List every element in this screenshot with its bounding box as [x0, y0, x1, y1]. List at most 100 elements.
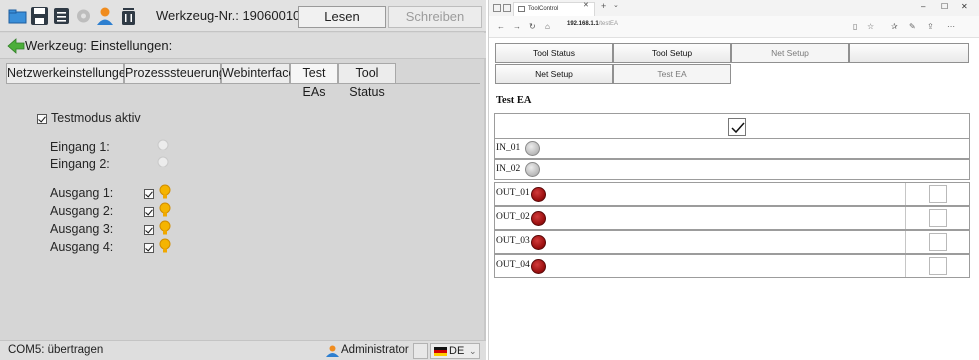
test-mode-checkbox[interactable] [37, 113, 47, 124]
tab-list-chevron-icon[interactable]: ⌄ [613, 1, 619, 9]
input-1-web-label: IN_01 [496, 143, 521, 153]
open-folder-icon[interactable] [8, 6, 27, 26]
tool-setup-button[interactable]: Tool Setup [613, 43, 731, 63]
output-1-web-checkbox[interactable] [929, 185, 947, 203]
browser-nav-bar: ← → ↻ ⌂ 192.168.1.1/testEA ▯ ☆ ✰ ✎ ⇪ ⋯ [489, 16, 979, 38]
test-mode-row: Testmodus aktiv [37, 111, 141, 125]
input-2-web-label: IN_02 [496, 164, 521, 174]
language-value: DE [449, 345, 465, 357]
output-4-checkbox[interactable] [144, 243, 154, 253]
favorites-icon[interactable]: ✰ [891, 22, 898, 31]
status-bar: COM5: übertragen Administrator DE ⌄ [0, 340, 486, 360]
output-3-cell [905, 231, 906, 253]
language-select[interactable]: DE ⌄ [430, 343, 480, 359]
output-1-led-icon [531, 187, 546, 202]
output-4-web-label: OUT_04 [496, 260, 530, 270]
pen-icon[interactable]: ✎ [909, 22, 916, 31]
connection-status: COM5: übertragen [8, 344, 104, 356]
section-title: Test EA [496, 95, 532, 106]
output-4-bulb-icon [159, 238, 171, 253]
trash-icon[interactable] [119, 6, 138, 26]
tab-web-interface[interactable]: Webinterface [221, 63, 295, 84]
more-menu-icon[interactable]: ⋯ [947, 22, 955, 31]
output-2-bulb-icon [159, 202, 171, 217]
output-2-web-checkbox[interactable] [929, 209, 947, 227]
browser-tab-bar: ToolControl ✕ + ⌄ – ☐ ✕ [489, 0, 979, 16]
back-arrow-icon[interactable] [7, 38, 25, 54]
output-2-led-icon [531, 211, 546, 226]
net-setup-button-disabled[interactable]: Net Setup [731, 43, 849, 63]
output-3-checkbox[interactable] [144, 225, 154, 235]
output-2-web-label: OUT_02 [496, 212, 530, 222]
input-1-led-icon [525, 141, 540, 156]
tool-config-app: Werkzeug-Nr.: 19060010 Lesen Schreiben W… [0, 0, 486, 360]
refresh-icon[interactable]: ↻ [529, 22, 536, 31]
tab-sets-icon[interactable] [503, 4, 511, 12]
test-mode-label: Testmodus aktiv [51, 111, 141, 125]
output-1-cell [905, 183, 906, 205]
output-2-cell [905, 207, 906, 229]
minimize-icon[interactable]: – [921, 2, 925, 11]
tool-status-button[interactable]: Tool Status [495, 43, 613, 63]
input-1-label: Eingang 1: [50, 140, 110, 154]
browser-window: ToolControl ✕ + ⌄ – ☐ ✕ ← → ↻ ⌂ 192.168.… [488, 0, 979, 360]
output-1-web-label: OUT_01 [496, 188, 530, 198]
share-icon[interactable]: ⇪ [927, 22, 934, 31]
maximize-icon[interactable]: ☐ [941, 2, 948, 11]
page-title: Werkzeug: Einstellungen: [25, 38, 173, 53]
tab-tool-status[interactable]: Tool Status [338, 63, 396, 99]
write-button[interactable]: Schreiben [388, 6, 482, 28]
output-4-label: Ausgang 4: [50, 240, 114, 254]
output-3-led-icon [531, 235, 546, 250]
home-icon[interactable]: ⌂ [545, 22, 550, 31]
url-path: /testEA [598, 21, 619, 27]
gear-icon[interactable] [74, 6, 93, 26]
forward-icon[interactable]: → [513, 22, 521, 31]
input-2-bulb-icon [157, 156, 169, 171]
log-icon[interactable] [413, 343, 428, 359]
output-row-2: OUT_02 [494, 206, 970, 230]
tab-network-settings[interactable]: Netzwerkeinstellungen [6, 63, 133, 84]
favorite-star-icon[interactable]: ☆ [867, 22, 874, 31]
output-2-checkbox[interactable] [144, 207, 154, 217]
user-role: Administrator [341, 344, 409, 356]
output-4-led-icon [531, 259, 546, 274]
test-ea-button[interactable]: Test EA [613, 64, 731, 84]
output-1-label: Ausgang 1: [50, 186, 114, 200]
read-button[interactable]: Lesen [298, 6, 386, 28]
test-mode-box [494, 113, 970, 139]
net-setup-button[interactable]: Net Setup [495, 64, 613, 84]
input-2-label: Eingang 2: [50, 157, 110, 171]
reading-view-icon[interactable]: ▯ [853, 22, 857, 31]
output-3-web-checkbox[interactable] [929, 233, 947, 251]
tab-actions-icon[interactable] [493, 4, 501, 12]
new-tab-icon[interactable]: + [601, 1, 606, 11]
output-2-label: Ausgang 2: [50, 204, 114, 218]
tab-process-control[interactable]: Prozesssteuerung [124, 63, 226, 84]
output-1-checkbox[interactable] [144, 189, 154, 199]
list-icon[interactable] [52, 6, 71, 26]
save-icon[interactable] [30, 6, 49, 26]
user-settings-icon[interactable] [96, 6, 115, 26]
output-1-bulb-icon [159, 184, 171, 199]
settings-header: Werkzeug: Einstellungen: [0, 33, 486, 59]
output-4-web-checkbox[interactable] [929, 257, 947, 275]
close-window-icon[interactable]: ✕ [961, 2, 968, 11]
chevron-down-icon: ⌄ [469, 346, 477, 356]
output-row-1: OUT_01 [494, 182, 970, 206]
toolbar: Werkzeug-Nr.: 19060010 Lesen Schreiben [0, 0, 486, 32]
test-mode-web-checkbox[interactable] [728, 118, 746, 136]
admin-user-icon [326, 345, 339, 357]
close-tab-icon[interactable]: ✕ [583, 1, 589, 9]
tool-number-label: Werkzeug-Nr.: 19060010 [156, 8, 301, 23]
tab-divider [6, 83, 480, 84]
address-bar[interactable]: 192.168.1.1/testEA [567, 21, 618, 27]
empty-nav-button[interactable] [849, 43, 969, 63]
back-icon[interactable]: ← [497, 22, 505, 31]
input-row-2: IN_02 [494, 159, 970, 180]
output-3-web-label: OUT_03 [496, 236, 530, 246]
browser-tab-title: ToolControl [528, 6, 559, 12]
output-row-3: OUT_03 [494, 230, 970, 254]
tab-test-eas[interactable]: Test EAs [290, 63, 338, 99]
input-row-1: IN_01 [494, 138, 970, 159]
